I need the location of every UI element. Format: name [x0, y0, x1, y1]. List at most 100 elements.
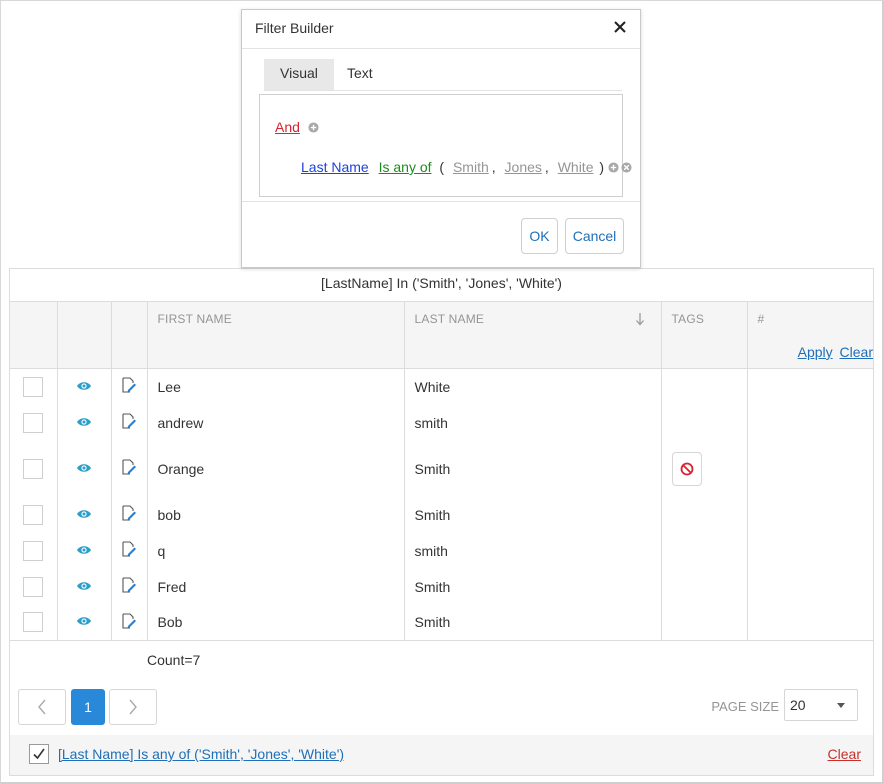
tag-block-button[interactable] [671, 451, 702, 486]
tab-text[interactable]: Text [331, 59, 389, 90]
table-row[interactable]: Fred Smith [10, 568, 873, 605]
row-checkbox[interactable] [23, 504, 44, 525]
row-select-cell [10, 497, 57, 533]
header-hash[interactable]: # [746, 301, 873, 336]
remove-condition-icon[interactable] [621, 162, 632, 173]
filter-enabled-checkbox[interactable] [29, 744, 49, 764]
table-row[interactable]: q smith [10, 532, 873, 569]
close-icon[interactable] [612, 19, 628, 35]
edit-icon[interactable] [121, 459, 137, 475]
page-size-select[interactable]: 20 [784, 689, 858, 721]
last-name-cell[interactable]: Smith [403, 604, 661, 641]
last-name-cell[interactable]: White [403, 368, 661, 405]
filter-actions: Apply Clear [746, 335, 873, 369]
first-name-cell[interactable]: q [146, 532, 404, 569]
first-name-cell[interactable]: Orange [146, 440, 404, 497]
row-select-cell [10, 605, 57, 641]
filter-panel-clear-link[interactable]: Clear [828, 746, 861, 762]
edit-icon[interactable] [121, 505, 137, 521]
apply-filter-link[interactable]: Apply [798, 344, 833, 360]
condition-field-link[interactable]: Last Name [301, 159, 369, 175]
first-name-cell[interactable]: andrew [146, 404, 404, 441]
row-edit-cell [110, 604, 147, 641]
header-first-name[interactable]: FIRST NAME [146, 301, 404, 336]
view-icon[interactable] [76, 462, 92, 474]
hash-cell [746, 604, 873, 641]
filter-builder-area: And Last Name Is any of ( Smith, Jones, … [259, 94, 632, 197]
first-name-cell[interactable]: bob [146, 496, 404, 533]
row-select-cell [10, 369, 57, 405]
row-checkbox[interactable] [23, 376, 44, 397]
previous-page-button[interactable] [18, 689, 66, 725]
filter-cell-tags[interactable] [660, 335, 747, 369]
cancel-button[interactable]: Cancel [565, 218, 624, 254]
page-button-current[interactable]: 1 [71, 689, 105, 725]
table-row[interactable]: Lee White [10, 368, 873, 405]
condition-value-link[interactable]: Jones [505, 159, 542, 175]
edit-icon[interactable] [121, 613, 137, 629]
filter-cell-last-name[interactable] [403, 335, 661, 369]
edit-icon[interactable] [121, 577, 137, 593]
row-edit-cell [110, 404, 147, 441]
row-checkbox[interactable] [23, 412, 44, 433]
last-name-cell[interactable]: Smith [403, 568, 661, 605]
tab-visual[interactable]: Visual [264, 59, 334, 90]
group-operator-link[interactable]: And [275, 119, 300, 135]
row-edit-cell [110, 532, 147, 569]
filter-cell-first-name[interactable] [146, 335, 404, 369]
value-separator: , [544, 159, 549, 175]
ok-button[interactable]: OK [521, 218, 558, 254]
header-tags[interactable]: TAGS [660, 301, 747, 336]
row-checkbox[interactable] [23, 540, 44, 561]
last-name-cell[interactable]: Smith [403, 496, 661, 533]
table-row[interactable]: andrew smith [10, 404, 873, 441]
row-view-cell [56, 404, 111, 441]
row-select-cell [10, 405, 57, 441]
open-paren: ( [439, 159, 445, 175]
grid-table: FIRST NAME LAST NAME TAGS # Apply Clear … [10, 301, 873, 679]
chevron-left-icon [38, 699, 46, 715]
grid-footer-row: Count=7 [10, 640, 873, 679]
row-checkbox[interactable] [23, 458, 44, 479]
table-row[interactable]: Orange Smith [10, 440, 873, 497]
table-row[interactable]: bob Smith [10, 496, 873, 533]
row-checkbox[interactable] [23, 576, 44, 597]
view-icon[interactable] [76, 580, 92, 592]
table-row[interactable]: Bob Smith [10, 604, 873, 641]
row-select-cell [10, 441, 57, 497]
filter-builder-popup: Filter Builder Visual Text And Last Name… [241, 9, 641, 268]
row-checkbox[interactable] [23, 612, 44, 633]
first-name-cell[interactable]: Bob [146, 604, 404, 641]
row-select-cell [10, 569, 57, 605]
condition-operator-link[interactable]: Is any of [379, 159, 432, 175]
header-last-name[interactable]: LAST NAME [403, 301, 661, 336]
row-view-cell [56, 568, 111, 605]
first-name-cell[interactable]: Lee [146, 368, 404, 405]
next-page-button[interactable] [109, 689, 157, 725]
first-name-cell[interactable]: Fred [146, 568, 404, 605]
add-condition-icon[interactable] [308, 122, 319, 133]
last-name-cell[interactable]: Smith [403, 440, 661, 497]
condition-value-link[interactable]: Smith [453, 159, 489, 175]
view-icon[interactable] [76, 508, 92, 520]
tags-cell [660, 368, 747, 405]
filter-panel-expression-link[interactable]: [Last Name] Is any of ('Smith', 'Jones',… [58, 746, 344, 762]
view-icon[interactable] [76, 615, 92, 627]
header-view [56, 301, 111, 336]
view-icon[interactable] [76, 544, 92, 556]
last-name-cell[interactable]: smith [403, 404, 661, 441]
edit-icon[interactable] [121, 377, 137, 393]
edit-icon[interactable] [121, 413, 137, 429]
block-icon [680, 462, 693, 475]
clear-filter-link[interactable]: Clear [840, 344, 873, 360]
row-view-cell [56, 496, 111, 533]
view-icon[interactable] [76, 380, 92, 392]
edit-icon[interactable] [121, 541, 137, 557]
page-size-value: 20 [790, 697, 806, 713]
last-name-cell[interactable]: smith [403, 532, 661, 569]
view-icon[interactable] [76, 416, 92, 428]
add-value-icon[interactable] [608, 162, 619, 173]
condition-value-link[interactable]: White [558, 159, 594, 175]
filter-cell [10, 335, 57, 369]
header-edit [110, 301, 147, 336]
